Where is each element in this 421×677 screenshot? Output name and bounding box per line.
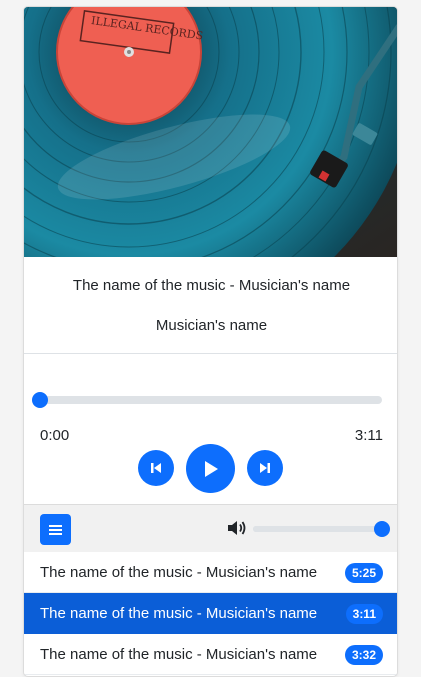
total-time: 3:11 [354,427,383,444]
now-playing-info: The name of the music - Musician's name … [24,257,397,354]
playlist-menu-button[interactable] [40,514,71,545]
current-time: 0:00 [40,427,70,444]
playlist: The name of the music - Musician's name … [24,552,397,675]
music-player-card: ILLEGAL RECORDS The name of the music - … [23,6,398,677]
playlist-item[interactable]: The name of the music - Musician's name … [24,634,397,675]
track-title: The name of the music - Musician's name [72,277,351,294]
playlist-item-title: The name of the music - Musician's name [40,564,318,581]
artist-name: Musician's name [155,317,268,334]
previous-track-button[interactable] [138,450,174,486]
playlist-item[interactable]: The name of the music - Musician's name … [24,593,397,634]
list-icon [49,524,62,535]
playlist-item[interactable]: The name of the music - Musician's name … [24,552,397,593]
album-cover-image: ILLEGAL RECORDS [24,7,397,257]
next-track-button[interactable] [247,450,283,486]
playlist-item-title: The name of the music - Musician's name [40,646,318,663]
duration-badge: 5:25 [344,563,383,583]
volume-fill [253,526,382,532]
volume-icon[interactable] [227,519,247,537]
volume-thumb[interactable] [374,521,390,537]
player-toolbar [24,504,397,552]
skip-forward-icon [260,463,270,473]
volume-slider[interactable] [253,521,390,537]
play-icon [204,460,218,477]
progress-thumb[interactable] [32,392,48,408]
playlist-item-title: The name of the music - Musician's name [40,605,318,622]
progress-slider[interactable] [32,392,382,408]
duration-badge: 3:32 [344,645,383,665]
player-controls: 0:00 3:11 [24,354,397,504]
duration-badge: 3:11 [345,604,383,624]
play-button[interactable] [186,444,235,493]
skip-back-icon [151,463,161,473]
